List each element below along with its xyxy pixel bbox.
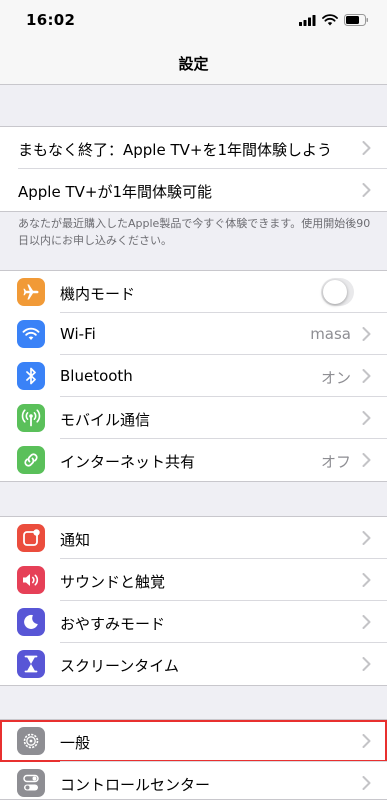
toggle-knob (323, 280, 347, 304)
general-group: 一般 コントロールセンター (0, 719, 387, 800)
settings-row-label: サウンドと触覚 (60, 573, 166, 591)
promo-group: まもなく終了：Apple TV+を1年間体験しよう Apple TV+が1年間体… (0, 126, 387, 212)
airplane-icon (17, 278, 45, 306)
settings-row-notifications[interactable]: 通知 (0, 517, 387, 559)
chevron-right-icon (362, 327, 371, 341)
status-bar: 16:02 (0, 0, 387, 40)
bluetooth-status-value: オン (320, 369, 351, 387)
promo-row-trial-ending[interactable]: まもなく終了：Apple TV+を1年間体験しよう (0, 127, 387, 169)
chevron-right-icon (362, 411, 371, 425)
settings-row-label: インターネット共有 (60, 453, 196, 471)
settings-row-control-center[interactable]: コントロールセンター (0, 762, 387, 799)
settings-row-mobile-data[interactable]: モバイル通信 (0, 397, 387, 439)
settings-row-personal-hotspot[interactable]: インターネット共有 オフ (0, 439, 387, 481)
battery-icon (344, 14, 368, 26)
wifi-icon (322, 14, 338, 26)
speaker-icon (17, 566, 45, 594)
switches-icon (17, 769, 45, 797)
moon-icon (17, 608, 45, 636)
status-icons (299, 14, 369, 26)
settings-row-label: Wi-Fi (60, 325, 96, 343)
hotspot-status-value: オフ (320, 453, 351, 471)
hourglass-icon (17, 650, 45, 678)
settings-row-general[interactable]: 一般 (0, 720, 387, 762)
settings-row-do-not-disturb[interactable]: おやすみモード (0, 601, 387, 643)
settings-row-label: モバイル通信 (60, 411, 151, 429)
antenna-icon (17, 404, 45, 432)
promo-footnote: あなたが最近購入したApple製品で今すぐ体験できます。使用開始後90日以内にお… (18, 217, 371, 247)
chevron-right-icon (362, 183, 371, 197)
chevron-right-icon (362, 141, 371, 155)
notification-icon (17, 524, 45, 552)
settings-row-airplane-mode[interactable]: 機内モード (0, 271, 387, 313)
chevron-right-icon (362, 615, 371, 629)
airplane-mode-toggle[interactable] (321, 278, 354, 306)
settings-row-label: 一般 (60, 734, 91, 752)
settings-row-label: スクリーンタイム (60, 657, 179, 675)
promo-row-label: Apple TV+が1年間体験可能 (18, 183, 213, 201)
connectivity-group: 機内モード Wi-Fi masa Bluetooth オン モバイル通信 インタ… (0, 270, 387, 482)
wifi-icon (17, 320, 45, 348)
link-icon (17, 446, 45, 474)
status-time: 16:02 (26, 11, 76, 29)
chevron-right-icon (362, 776, 371, 790)
chevron-right-icon (362, 369, 371, 383)
settings-row-screen-time[interactable]: スクリーンタイム (0, 643, 387, 685)
settings-row-label: 機内モード (60, 285, 136, 303)
bluetooth-icon (17, 362, 45, 390)
settings-row-bluetooth[interactable]: Bluetooth オン (0, 355, 387, 397)
settings-row-wifi[interactable]: Wi-Fi masa (0, 313, 387, 355)
settings-row-sounds[interactable]: サウンドと触覚 (0, 559, 387, 601)
chevron-right-icon (362, 573, 371, 587)
wifi-network-value: masa (310, 325, 351, 343)
settings-row-label: 通知 (60, 531, 91, 549)
settings-row-label: コントロールセンター (60, 776, 211, 794)
settings-row-label: おやすみモード (60, 615, 166, 633)
page-title: 設定 (178, 55, 209, 73)
notifications-group: 通知 サウンドと触覚 おやすみモード スクリーンタイム (0, 516, 387, 686)
chevron-right-icon (362, 531, 371, 545)
promo-row-trial-available[interactable]: Apple TV+が1年間体験可能 (0, 169, 387, 211)
chevron-right-icon (362, 453, 371, 467)
gear-icon (17, 727, 45, 755)
promo-row-label: まもなく終了：Apple TV+を1年間体験しよう (18, 141, 333, 159)
chevron-right-icon (362, 734, 371, 748)
chevron-right-icon (362, 657, 371, 671)
navigation-bar: 設定 (0, 40, 387, 85)
settings-row-label: Bluetooth (60, 367, 133, 385)
signal-bars-icon (299, 14, 316, 26)
